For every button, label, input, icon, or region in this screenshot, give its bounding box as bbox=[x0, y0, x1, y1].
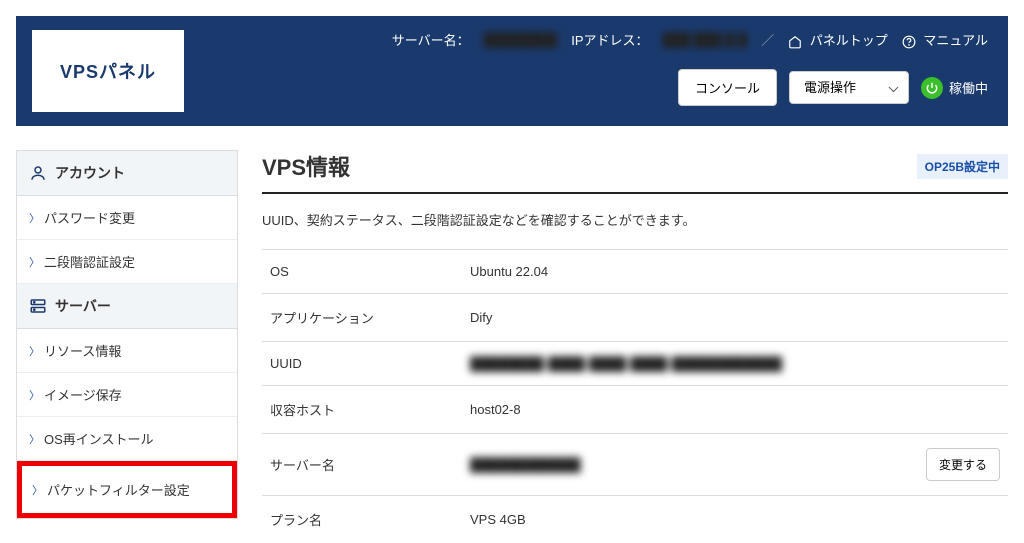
table-row-host: 収容ホスト host02-8 bbox=[262, 386, 1008, 434]
server-name-label: サーバー名： bbox=[392, 30, 470, 49]
change-server-name-button[interactable]: 変更する bbox=[926, 448, 1000, 481]
help-icon bbox=[902, 35, 916, 49]
header: VPSパネル サーバー名： ████████ IPアドレス： ███.███.█… bbox=[16, 16, 1008, 126]
page-title: VPS情報 bbox=[262, 150, 350, 182]
label-host: 収容ホスト bbox=[262, 386, 462, 434]
power-select[interactable]: 電源操作 bbox=[789, 71, 909, 104]
server-icon bbox=[29, 297, 47, 315]
main-content: VPS情報 OP25B設定中 UUID、契約ステータス、二段階認証設定などを確認… bbox=[262, 150, 1008, 543]
console-button[interactable]: コンソール bbox=[678, 69, 777, 106]
value-server-name: ████████████ bbox=[470, 457, 581, 472]
chevron-right-icon: 〉 bbox=[29, 254, 40, 270]
value-os: Ubuntu 22.04 bbox=[462, 250, 908, 294]
sidebar-item-highlight: 〉 パケットフィルター設定 bbox=[17, 461, 237, 518]
power-select-wrap: 電源操作 bbox=[789, 71, 909, 104]
sidebar-section-account: アカウント bbox=[17, 151, 237, 196]
sidebar-item-password[interactable]: 〉 パスワード変更 bbox=[17, 196, 237, 240]
ip-value: ███.███.█.█ bbox=[663, 32, 748, 47]
logo: VPSパネル bbox=[32, 30, 184, 112]
status-text: 稼働中 bbox=[949, 78, 988, 97]
person-icon bbox=[29, 164, 47, 182]
sidebar-item-resources[interactable]: 〉 リソース情報 bbox=[17, 329, 237, 373]
logo-text: VPSパネル bbox=[60, 62, 156, 82]
value-host: host02-8 bbox=[462, 386, 908, 434]
label-plan: プラン名 bbox=[262, 496, 462, 543]
page-title-row: VPS情報 OP25B設定中 bbox=[262, 150, 1008, 194]
sidebar-section-server: サーバー bbox=[17, 284, 237, 329]
label-server-name: サーバー名 bbox=[262, 434, 462, 496]
page-description: UUID、契約ステータス、二段階認証設定などを確認することができます。 bbox=[262, 210, 1008, 229]
panel-top-link[interactable]: パネルトップ bbox=[788, 30, 888, 49]
label-app: アプリケーション bbox=[262, 294, 462, 342]
sidebar-item-packet-filter[interactable]: 〉 パケットフィルター設定 bbox=[22, 466, 232, 513]
vps-info-table: OS Ubuntu 22.04 アプリケーション Dify UUID █████… bbox=[262, 249, 1008, 543]
server-name-value: ████████ bbox=[484, 32, 558, 47]
table-row-uuid: UUID ████████-████-████-████-███████████… bbox=[262, 342, 1008, 386]
power-on-icon bbox=[921, 77, 943, 99]
sidebar: アカウント 〉 パスワード変更 〉 二段階認証設定 サーバー 〉 リソース情報 bbox=[16, 150, 238, 519]
table-row-os: OS Ubuntu 22.04 bbox=[262, 250, 1008, 294]
status-indicator: 稼働中 bbox=[921, 77, 988, 99]
chevron-right-icon: 〉 bbox=[29, 343, 40, 359]
table-row-server-name: サーバー名 ████████████ 変更する bbox=[262, 434, 1008, 496]
op25b-badge: OP25B設定中 bbox=[917, 154, 1008, 179]
sidebar-item-os-reinstall[interactable]: 〉 OS再インストール bbox=[17, 417, 237, 461]
separator: ／ bbox=[761, 30, 774, 49]
label-uuid: UUID bbox=[262, 342, 462, 386]
value-plan: VPS 4GB bbox=[462, 496, 908, 543]
table-row-app: アプリケーション Dify bbox=[262, 294, 1008, 342]
manual-link[interactable]: マニュアル bbox=[902, 30, 988, 49]
value-uuid: ████████-████-████-████-████████████ bbox=[470, 356, 782, 371]
sidebar-item-image-save[interactable]: 〉 イメージ保存 bbox=[17, 373, 237, 417]
value-app: Dify bbox=[462, 294, 908, 342]
chevron-right-icon: 〉 bbox=[29, 431, 40, 447]
table-row-plan: プラン名 VPS 4GB bbox=[262, 496, 1008, 543]
ip-label: IPアドレス： bbox=[571, 30, 648, 49]
home-icon bbox=[788, 35, 802, 49]
label-os: OS bbox=[262, 250, 462, 294]
sidebar-item-2fa[interactable]: 〉 二段階認証設定 bbox=[17, 240, 237, 284]
chevron-right-icon: 〉 bbox=[29, 387, 40, 403]
chevron-right-icon: 〉 bbox=[32, 482, 43, 498]
chevron-right-icon: 〉 bbox=[29, 210, 40, 226]
